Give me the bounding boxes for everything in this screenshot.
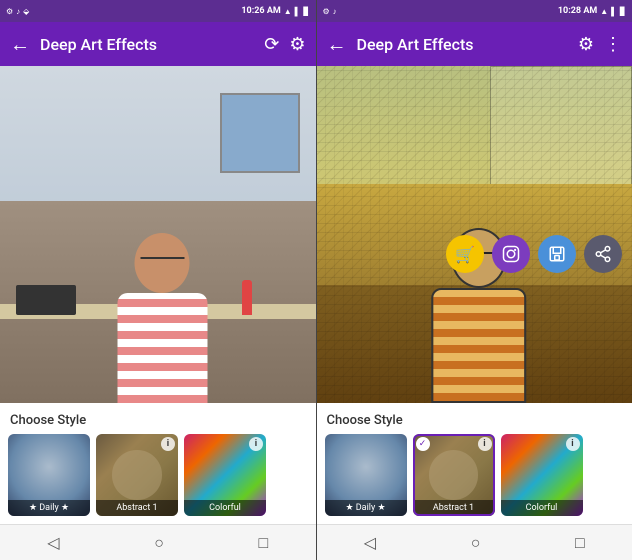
right-battery-icon: ▊ bbox=[620, 7, 626, 16]
right-style-daily-label: ★ Daily ★ bbox=[325, 500, 407, 516]
right-time: 10:28 AM bbox=[558, 6, 597, 16]
left-office-scene bbox=[0, 66, 316, 403]
left-nav-back[interactable]: ◁ bbox=[47, 533, 59, 552]
instagram-button[interactable] bbox=[492, 235, 530, 273]
right-nav-bar: ◁ ○ □ bbox=[317, 524, 632, 560]
cart-button[interactable]: 🛒 bbox=[446, 235, 484, 273]
right-style-abstract1[interactable]: ✓ i Abstract 1 bbox=[413, 434, 495, 516]
right-settings-icon[interactable]: ⚙ bbox=[578, 34, 594, 55]
left-phone-screen: ⚙ ♪ ⬙ 10:26 AM ▲ ▌ ▊ ← Deep Art Effects … bbox=[0, 0, 316, 560]
left-nav-recents[interactable]: □ bbox=[259, 533, 269, 553]
wifi-icon: ▲ bbox=[284, 7, 292, 16]
right-nav-home[interactable]: ○ bbox=[471, 533, 481, 553]
left-app-title: Deep Art Effects bbox=[40, 35, 254, 54]
left-status-left: ⚙ ♪ ⬙ bbox=[6, 7, 29, 16]
left-style-abstract1[interactable]: i Abstract 1 bbox=[96, 434, 178, 516]
right-colorful-info-btn[interactable]: i bbox=[566, 437, 580, 451]
right-abstract1-info-btn[interactable]: i bbox=[478, 437, 492, 451]
left-toolbar: ← Deep Art Effects ⟳ ⚙ bbox=[0, 22, 316, 66]
left-rotate-icon[interactable]: ⟳ bbox=[264, 34, 279, 55]
share-button[interactable] bbox=[584, 235, 622, 273]
left-abstract1-info-btn[interactable]: i bbox=[161, 437, 175, 451]
right-bluetooth-icon: ⚙ bbox=[323, 7, 330, 16]
left-style-abstract1-label: Abstract 1 bbox=[96, 500, 178, 516]
left-style-colorful-label: Colorful bbox=[184, 500, 266, 516]
left-status-bar: ⚙ ♪ ⬙ 10:26 AM ▲ ▌ ▊ bbox=[0, 0, 316, 22]
left-back-button[interactable]: ← bbox=[10, 32, 30, 57]
save-button[interactable] bbox=[538, 235, 576, 273]
person-figure bbox=[117, 233, 207, 403]
music-icon: ♪ bbox=[16, 7, 20, 16]
left-colorful-info-btn[interactable]: i bbox=[249, 437, 263, 451]
left-settings-icon[interactable]: ⚙ bbox=[289, 34, 305, 55]
signal-icon: ▌ bbox=[295, 7, 301, 16]
battery-icon: ▊ bbox=[303, 7, 309, 16]
left-bottom-section: Choose Style ★ Daily ★ i Abstract 1 i Co… bbox=[0, 403, 316, 524]
left-style-daily-label: ★ Daily ★ bbox=[8, 500, 90, 516]
right-nav-back[interactable]: ◁ bbox=[364, 533, 376, 552]
right-app-title: Deep Art Effects bbox=[357, 35, 568, 54]
left-time: 10:26 AM bbox=[241, 6, 280, 16]
right-styles-row: ★ Daily ★ ✓ i Abstract 1 i Colorful bbox=[317, 434, 632, 524]
left-styles-row: ★ Daily ★ i Abstract 1 i Colorful bbox=[0, 434, 316, 524]
left-nav-home[interactable]: ○ bbox=[154, 533, 164, 553]
person-head bbox=[135, 233, 190, 293]
left-status-right: 10:26 AM ▲ ▌ ▊ bbox=[241, 6, 309, 16]
office-keyboard bbox=[16, 285, 76, 315]
right-status-left: ⚙ ♪ bbox=[323, 7, 337, 16]
right-status-bar: ⚙ ♪ 10:28 AM ▲ ▌ ▊ bbox=[317, 0, 632, 22]
right-music-icon: ♪ bbox=[333, 7, 337, 16]
right-signal-icon: ▌ bbox=[611, 7, 617, 16]
right-style-colorful-label: Colorful bbox=[501, 500, 583, 516]
office-window bbox=[220, 93, 300, 173]
right-phone-screen: ⚙ ♪ 10:28 AM ▲ ▌ ▊ ← Deep Art Effects ⚙ … bbox=[317, 0, 632, 560]
right-nav-recents[interactable]: □ bbox=[575, 533, 585, 553]
right-style-abstract1-label: Abstract 1 bbox=[413, 500, 495, 516]
left-nav-bar: ◁ ○ □ bbox=[0, 524, 316, 560]
person-torso bbox=[117, 293, 207, 403]
left-choose-style-label: Choose Style bbox=[0, 413, 316, 434]
right-toolbar: ← Deep Art Effects ⚙ ⋮ bbox=[317, 22, 632, 66]
right-style-colorful[interactable]: i Colorful bbox=[501, 434, 583, 516]
art-person-torso bbox=[432, 288, 527, 403]
usb-icon: ⬙ bbox=[23, 7, 29, 16]
left-style-daily[interactable]: ★ Daily ★ bbox=[8, 434, 90, 516]
right-status-right: 10:28 AM ▲ ▌ ▊ bbox=[558, 6, 626, 16]
left-style-colorful[interactable]: i Colorful bbox=[184, 434, 266, 516]
right-style-daily[interactable]: ★ Daily ★ bbox=[325, 434, 407, 516]
right-bottom-section: Choose Style ★ Daily ★ ✓ i Abstract 1 i … bbox=[317, 403, 632, 524]
action-buttons-container: 🛒 bbox=[446, 235, 622, 273]
right-choose-style-label: Choose Style bbox=[317, 413, 632, 434]
left-main-image bbox=[0, 66, 316, 403]
right-back-button[interactable]: ← bbox=[327, 32, 347, 57]
right-more-icon[interactable]: ⋮ bbox=[604, 34, 622, 55]
right-main-image: 🛒 bbox=[317, 66, 632, 403]
right-abstract1-check: ✓ bbox=[416, 437, 430, 451]
person-glasses bbox=[140, 257, 184, 265]
right-wifi-icon: ▲ bbox=[600, 7, 608, 16]
bluetooth-icon: ⚙ bbox=[6, 7, 13, 16]
water-bottle bbox=[242, 280, 252, 315]
